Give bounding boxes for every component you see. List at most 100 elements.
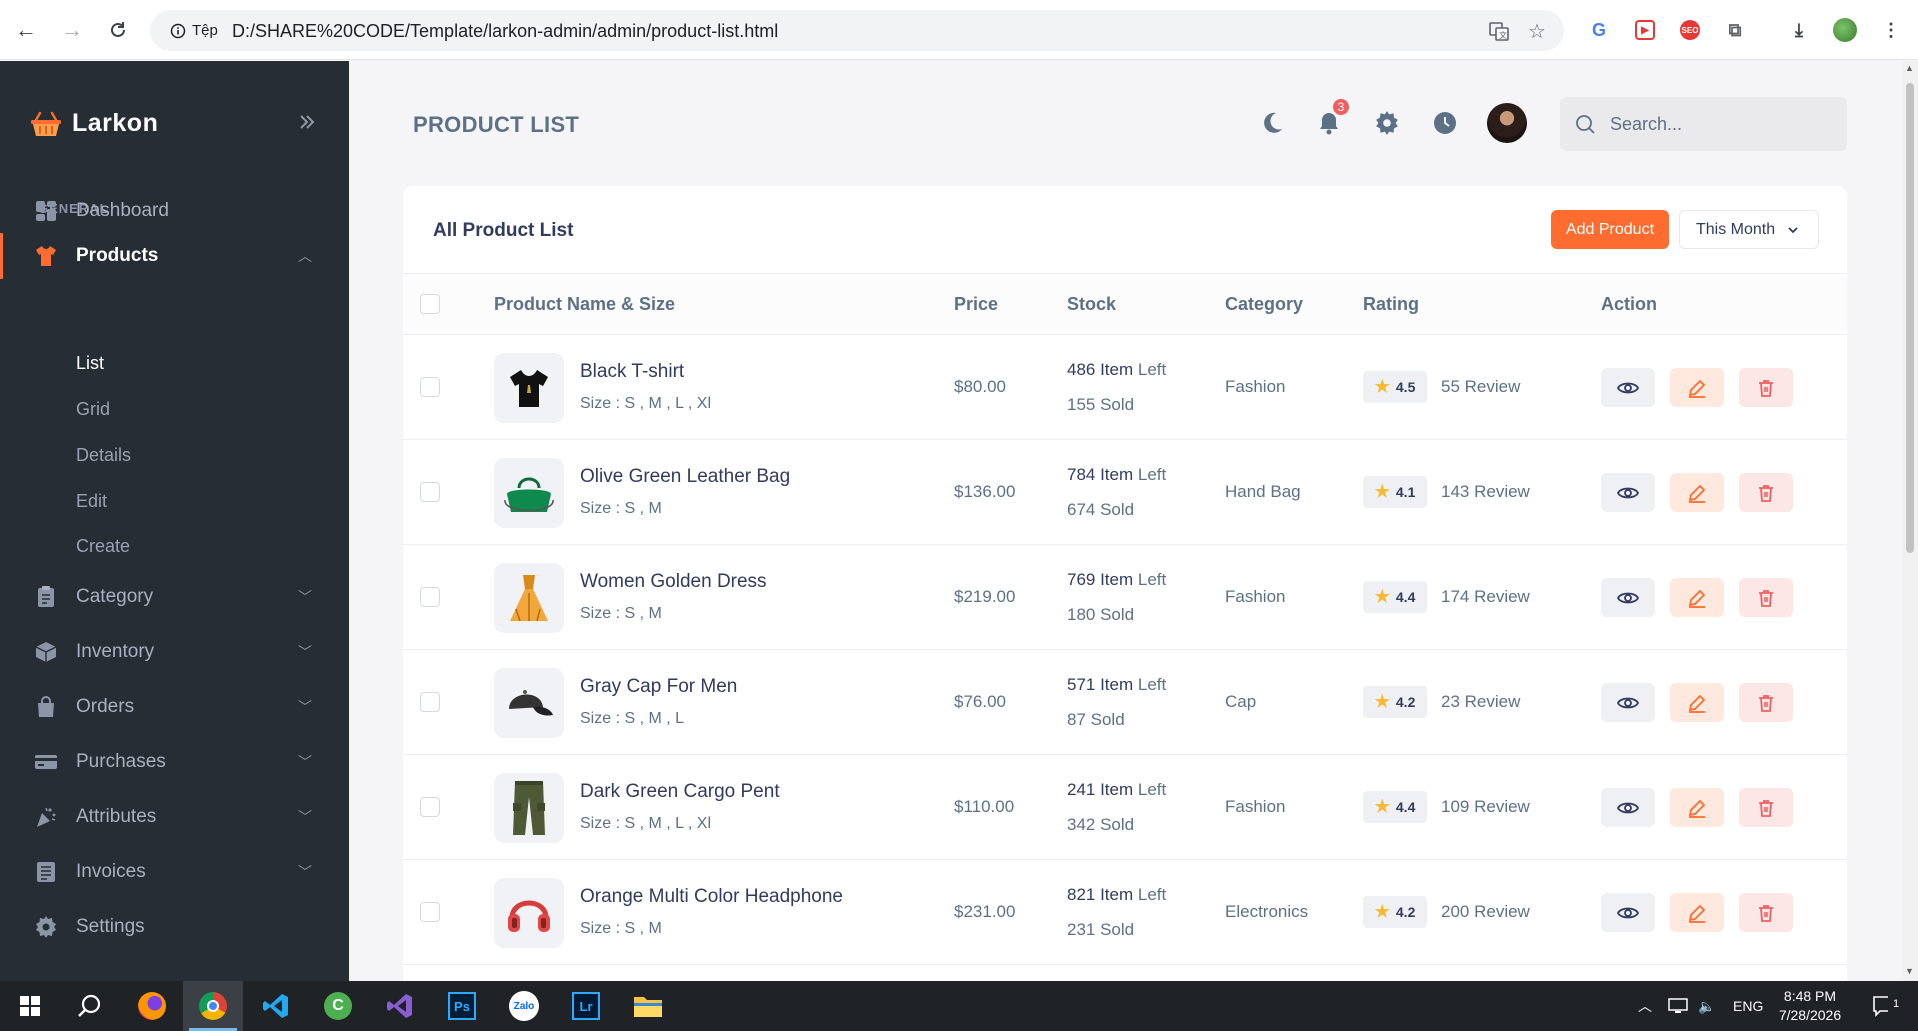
product-thumbnail[interactable] xyxy=(494,563,564,633)
scrollbar-thumb[interactable] xyxy=(1906,83,1914,553)
sidebar-item-category[interactable]: Category ﹀ xyxy=(0,574,349,620)
sidebar-item-products[interactable]: Products ︿ xyxy=(0,233,349,279)
taskbar-search-icon[interactable] xyxy=(60,981,120,1031)
sidebar-item-attributes[interactable]: Attributes ﹀ xyxy=(0,794,349,840)
sidebar-item-purchases[interactable]: Purchases ﹀ xyxy=(0,739,349,785)
view-button[interactable] xyxy=(1601,788,1655,827)
delete-button[interactable] xyxy=(1739,893,1793,932)
product-name[interactable]: Olive Green Leather Bag xyxy=(580,466,790,488)
product-thumbnail[interactable] xyxy=(494,458,564,528)
row-checkbox[interactable] xyxy=(420,902,440,922)
product-name[interactable]: Women Golden Dress xyxy=(580,571,767,593)
activity-clock-icon[interactable] xyxy=(1430,108,1460,138)
google-translate-ext-icon[interactable]: G xyxy=(1586,17,1612,43)
column-header-product[interactable]: Product Name & Size xyxy=(494,294,675,315)
sidebar-subitem-edit[interactable]: Edit xyxy=(76,491,107,512)
download-icon[interactable]: ⤓ xyxy=(1786,17,1812,43)
dark-mode-moon-icon[interactable] xyxy=(1257,108,1287,138)
photoshop-icon[interactable]: Ps xyxy=(432,981,492,1031)
delete-button[interactable] xyxy=(1739,473,1793,512)
sidebar-collapse-icon[interactable] xyxy=(298,111,316,137)
translate-icon[interactable]: 文 xyxy=(1486,18,1512,44)
file-explorer-icon[interactable] xyxy=(618,981,678,1031)
view-button[interactable] xyxy=(1601,893,1655,932)
tray-chevron-up-icon[interactable]: ︿ xyxy=(1638,981,1652,1031)
delete-button[interactable] xyxy=(1739,683,1793,722)
user-avatar[interactable] xyxy=(1487,103,1527,143)
sidebar-subitem-create[interactable]: Create xyxy=(76,536,130,557)
product-thumbnail[interactable] xyxy=(494,878,564,948)
windows-start-icon[interactable] xyxy=(0,981,60,1031)
site-info-chip[interactable]: Tệp xyxy=(160,18,228,43)
sidebar-item-dashboard[interactable]: Dashboard xyxy=(0,188,349,234)
reload-icon[interactable] xyxy=(102,14,134,46)
delete-button[interactable] xyxy=(1739,368,1793,407)
vscode-icon[interactable] xyxy=(246,981,306,1031)
zalo-icon[interactable]: Zalo xyxy=(494,981,554,1031)
column-header-price[interactable]: Price xyxy=(954,294,998,315)
delete-button[interactable] xyxy=(1739,788,1793,827)
sidebar-subitem-grid[interactable]: Grid xyxy=(76,399,110,420)
bookmark-star-icon[interactable]: ☆ xyxy=(1524,18,1550,44)
extensions-puzzle-icon[interactable]: ⧉ xyxy=(1722,17,1748,43)
view-button[interactable] xyxy=(1601,683,1655,722)
add-product-button[interactable]: Add Product xyxy=(1551,210,1669,249)
view-button[interactable] xyxy=(1601,578,1655,617)
product-name[interactable]: Gray Cap For Men xyxy=(580,676,737,698)
search-input[interactable] xyxy=(1610,97,1830,151)
profile-avatar-icon[interactable] xyxy=(1832,17,1858,43)
chrome-icon[interactable] xyxy=(183,981,243,1031)
row-checkbox[interactable] xyxy=(420,587,440,607)
column-header-rating[interactable]: Rating xyxy=(1363,294,1419,315)
view-button[interactable] xyxy=(1601,368,1655,407)
language-indicator[interactable]: ENG xyxy=(1733,981,1763,1031)
url-text[interactable]: D:/SHARE%20CODE/Template/larkon-admin/ad… xyxy=(232,21,778,42)
view-button[interactable] xyxy=(1601,473,1655,512)
row-checkbox[interactable] xyxy=(420,692,440,712)
search-box[interactable] xyxy=(1560,97,1847,151)
scroll-down-icon[interactable]: ▼ xyxy=(1905,966,1914,976)
product-name[interactable]: Dark Green Cargo Pent xyxy=(580,781,780,803)
lightroom-icon[interactable]: Lr xyxy=(556,981,616,1031)
seo-ext-icon[interactable]: SEO xyxy=(1677,17,1703,43)
product-thumbnail[interactable] xyxy=(494,773,564,843)
product-name[interactable]: Orange Multi Color Headphone xyxy=(580,886,843,908)
row-checkbox[interactable] xyxy=(420,797,440,817)
sidebar-item-orders[interactable]: Orders ﹀ xyxy=(0,684,349,730)
sidebar-item-invoices[interactable]: Invoices ﹀ xyxy=(0,849,349,895)
delete-button[interactable] xyxy=(1739,578,1793,617)
edit-button[interactable] xyxy=(1670,788,1724,827)
row-checkbox[interactable] xyxy=(420,377,440,397)
edit-button[interactable] xyxy=(1670,578,1724,617)
row-checkbox[interactable] xyxy=(420,482,440,502)
visual-studio-icon[interactable] xyxy=(370,981,430,1031)
edit-button[interactable] xyxy=(1670,683,1724,722)
more-menu-icon[interactable]: ⋮ xyxy=(1878,17,1904,43)
settings-gear-icon[interactable] xyxy=(1372,108,1402,138)
column-header-category[interactable]: Category xyxy=(1225,294,1303,315)
address-bar[interactable]: Tệp D:/SHARE%20CODE/Template/larkon-admi… xyxy=(150,10,1564,51)
sidebar-subitem-list[interactable]: List xyxy=(76,353,104,374)
product-name[interactable]: Black T-shirt xyxy=(580,361,684,383)
select-all-checkbox[interactable] xyxy=(420,294,440,314)
network-icon[interactable] xyxy=(1668,981,1688,1031)
firefox-icon[interactable] xyxy=(122,981,182,1031)
product-thumbnail[interactable] xyxy=(494,668,564,738)
green-app-icon[interactable]: C xyxy=(308,981,368,1031)
period-dropdown[interactable]: This Month xyxy=(1679,210,1819,249)
edit-button[interactable] xyxy=(1670,473,1724,512)
sidebar-item-inventory[interactable]: Inventory ﹀ xyxy=(0,629,349,675)
sidebar-subitem-details[interactable]: Details xyxy=(76,445,131,466)
edit-button[interactable] xyxy=(1670,368,1724,407)
page-scrollbar[interactable]: ▲ ▼ xyxy=(1902,61,1918,981)
column-header-stock[interactable]: Stock xyxy=(1067,294,1116,315)
sidebar-item-settings[interactable]: Settings xyxy=(0,904,349,950)
scroll-up-icon[interactable]: ▲ xyxy=(1905,63,1914,73)
video-ext-icon[interactable]: ▶ xyxy=(1632,17,1658,43)
product-thumbnail[interactable] xyxy=(494,353,564,423)
forward-icon[interactable]: → xyxy=(56,14,88,46)
brand-logo[interactable]: Larkon xyxy=(30,109,158,138)
back-icon[interactable]: ← xyxy=(10,14,42,46)
edit-button[interactable] xyxy=(1670,893,1724,932)
volume-icon[interactable]: 🔈 xyxy=(1698,981,1715,1031)
